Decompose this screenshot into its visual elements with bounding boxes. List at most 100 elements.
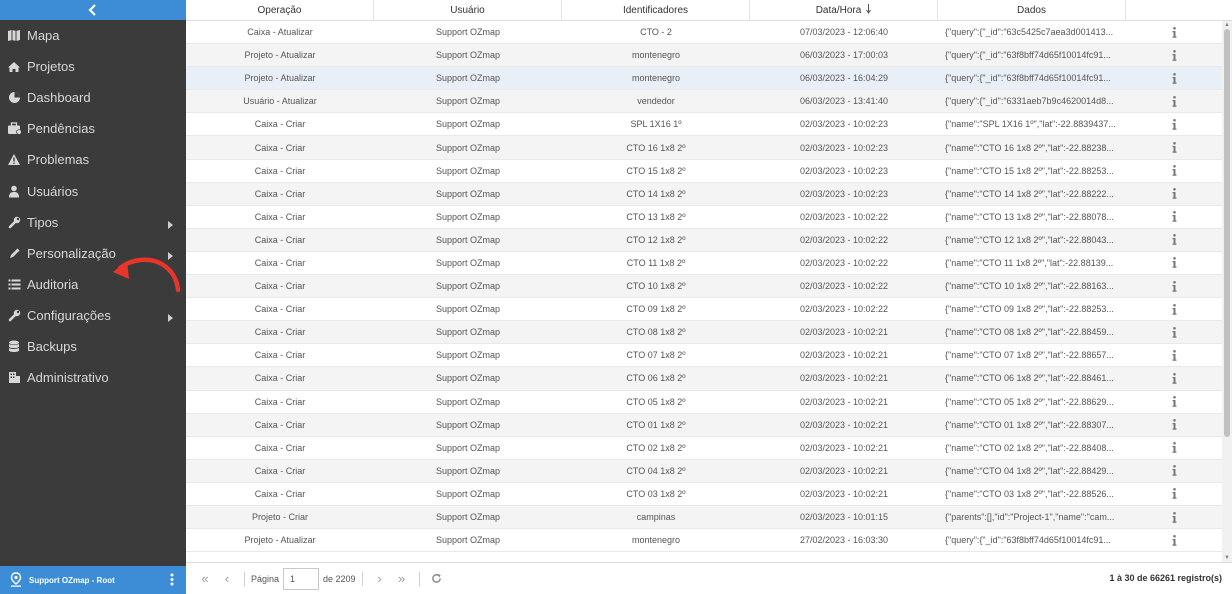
info-icon[interactable] (1126, 90, 1223, 112)
vertical-scrollbar[interactable]: ▲ ▼ (1222, 21, 1232, 562)
scroll-up-icon[interactable]: ▲ (1224, 22, 1230, 28)
info-icon[interactable] (1126, 136, 1223, 158)
info-icon[interactable] (1126, 113, 1223, 135)
operation-cell: Caixa - Criar (254, 211, 306, 222)
identifier-cell: CTO 08 1x8 2º (626, 327, 686, 338)
date-cell: 02/03/2023 - 10:01:15 (799, 512, 889, 523)
pie-chart-icon (6, 90, 22, 106)
info-icon[interactable] (1126, 298, 1223, 320)
pencil-icon (6, 245, 22, 261)
column-header[interactable]: Operação (186, 0, 374, 21)
table-row[interactable]: Caixa - Criar Support OZmap CTO 13 1x8 2º 0… (186, 206, 1232, 229)
first-page-button[interactable]: « (194, 568, 216, 590)
table-row[interactable]: Caixa - Atualizar Support OZmap CTO - 2 07/… (186, 21, 1232, 45)
info-icon[interactable] (1126, 344, 1223, 366)
column-header-label: Identificadores (622, 5, 689, 16)
scroll-down-icon[interactable]: ▼ (1224, 555, 1230, 561)
sidebar-item-tipos[interactable]: Tipos (0, 207, 186, 238)
previous-page-button[interactable]: ‹ (216, 568, 238, 590)
table-row[interactable]: Caixa - Criar Support OZmap CTO 14 1x8 2º 0… (186, 182, 1232, 206)
table-row[interactable]: Caixa - Criar Support OZmap CTO 10 1x8 2º 0… (186, 275, 1232, 299)
table-row[interactable]: Caixa - Criar Support OZmap CTO 03 1x8 2º 0… (186, 483, 1232, 506)
collapse-sidebar-button[interactable] (0, 0, 186, 20)
sidebar-item-configuracoes[interactable]: Configurações (0, 300, 186, 331)
sidebar-item-dashboard[interactable]: Dashboard (0, 82, 186, 113)
column-header[interactable]: Identificadores (562, 0, 750, 21)
next-page-button[interactable]: › (369, 568, 391, 590)
table-row[interactable]: Caixa - Criar Support OZmap CTO 06 1x8 2º 0… (186, 367, 1232, 391)
info-icon[interactable] (1126, 529, 1223, 551)
info-icon[interactable] (1126, 229, 1223, 251)
column-header (1126, 0, 1223, 21)
info-icon[interactable] (1126, 483, 1223, 505)
info-icon[interactable] (1126, 321, 1223, 343)
info-icon[interactable] (1126, 252, 1223, 274)
info-icon[interactable] (1126, 206, 1223, 228)
table-row[interactable]: Caixa - Criar Support OZmap CTO 02 1x8 2º 0… (186, 437, 1232, 460)
table-row[interactable]: Caixa - Criar Support OZmap CTO 04 1x8 2º 0… (186, 459, 1232, 483)
vertical-dots-icon[interactable] (170, 573, 174, 591)
operation-cell: Caixa - Criar (254, 488, 306, 499)
table-row[interactable]: Projeto - Atualizar Support OZmap monteneg… (186, 529, 1232, 553)
refresh-icon[interactable] (426, 568, 448, 590)
annotation-arrow-icon (113, 257, 181, 293)
user-cell: Support OZmap (435, 211, 501, 222)
date-cell: 02/03/2023 - 10:02:23 (799, 142, 889, 153)
sidebar-item-administrativo[interactable]: Administrativo (0, 362, 186, 393)
page-total: de 2209 (323, 573, 356, 584)
sidebar-menu: Mapa Projetos Dashboard Pendências Problemas… (0, 20, 186, 393)
info-icon[interactable] (1126, 183, 1223, 205)
info-icon[interactable] (1126, 44, 1223, 66)
date-cell: 02/03/2023 - 10:02:23 (799, 188, 889, 199)
sort-desc-icon[interactable] (866, 4, 872, 17)
table-row[interactable]: Caixa - Criar Support OZmap CTO 11 1x8 2º 0… (186, 252, 1232, 276)
table-row[interactable]: Caixa - Criar Support OZmap CTO 09 1x8 2º 0… (186, 298, 1232, 322)
info-icon[interactable] (1126, 367, 1223, 389)
identifier-cell: CTO 07 1x8 2º (626, 350, 686, 361)
sidebar-item-projetos[interactable]: Projetos (0, 51, 186, 82)
identifier-cell: CTO 01 1x8 2º (626, 419, 686, 430)
sidebar-item-pendencias[interactable]: Pendências (0, 113, 186, 144)
operation-cell: Caixa - Criar (254, 142, 306, 153)
info-icon[interactable] (1126, 275, 1223, 297)
sidebar-item-label: Backups (27, 338, 77, 354)
sidebar-item-problemas[interactable]: Problemas (0, 144, 186, 175)
operation-cell: Projeto - Atualizar (244, 50, 316, 61)
last-page-button[interactable]: » (391, 568, 413, 590)
table-row[interactable]: Caixa - Criar Support OZmap CTO 08 1x8 2º 0… (186, 321, 1232, 345)
column-header[interactable]: Dados (938, 0, 1126, 21)
table-row[interactable]: Caixa - Criar Support OZmap CTO 07 1x8 2º 0… (186, 344, 1232, 368)
info-icon[interactable] (1126, 437, 1223, 459)
info-icon[interactable] (1126, 506, 1223, 528)
info-icon[interactable] (1126, 21, 1223, 43)
info-icon[interactable] (1126, 414, 1223, 436)
info-icon[interactable] (1126, 391, 1223, 413)
table-row[interactable]: Caixa - Criar Support OZmap CTO 12 1x8 2º 0… (186, 228, 1232, 252)
sidebar: Mapa Projetos Dashboard Pendências Problemas… (0, 0, 186, 594)
page-number-input[interactable] (283, 567, 320, 590)
sidebar-item-usuarios[interactable]: Usuários (0, 175, 186, 206)
scrollbar-thumb[interactable] (1224, 29, 1230, 437)
info-icon[interactable] (1126, 67, 1223, 89)
user-bar[interactable]: Support OZmap - Root (0, 566, 186, 594)
table-row[interactable]: Usuário - Atualizar Support OZmap vendedor… (186, 90, 1232, 114)
table-row[interactable]: Projeto - Atualizar Support OZmap monteneg… (186, 67, 1232, 91)
table-row[interactable]: Projeto - Atualizar Support OZmap monteneg… (186, 44, 1232, 68)
column-header[interactable]: Data/Hora (750, 0, 938, 21)
info-icon[interactable] (1126, 460, 1223, 482)
date-cell: 02/03/2023 - 10:02:21 (799, 465, 889, 476)
user-cell: Support OZmap (435, 50, 501, 61)
home-icon (6, 59, 22, 75)
table-row[interactable]: Caixa - Criar Support OZmap CTO 01 1x8 2º 0… (186, 413, 1232, 437)
table-row[interactable]: Caixa - Criar Support OZmap CTO 16 1x8 2º 0… (186, 136, 1232, 160)
table-row[interactable]: Caixa - Criar Support OZmap CTO 15 1x8 2º 0… (186, 160, 1232, 183)
sidebar-item-backups[interactable]: Backups (0, 331, 186, 362)
table-row[interactable]: Caixa - Criar Support OZmap SPL 1X16 1º 02/… (186, 113, 1232, 137)
sidebar-item-mapa[interactable]: Mapa (0, 20, 186, 51)
info-icon[interactable] (1126, 160, 1223, 182)
table-row[interactable]: Projeto - Criar Support OZmap campinas 02/0… (186, 505, 1232, 530)
column-header[interactable]: Usuário (374, 0, 562, 21)
table-row[interactable]: Caixa - Criar Support OZmap CTO 05 1x8 2º 0… (186, 391, 1232, 414)
user-cell: Support OZmap (435, 96, 501, 107)
identifier-cell: CTO 11 1x8 2º (626, 257, 686, 268)
